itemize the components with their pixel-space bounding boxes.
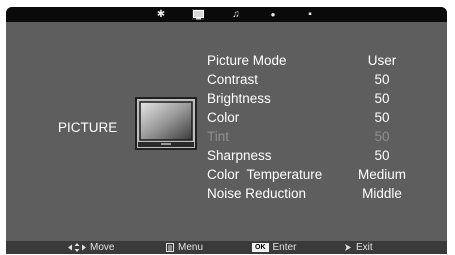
hint-menu-label: Menu [178, 242, 204, 253]
hint-enter: OK Enter [252, 242, 296, 253]
menu-key-icon [166, 243, 174, 252]
hint-menu: Menu [166, 242, 203, 253]
menu-label: Sharpness [207, 148, 272, 163]
menu-value: Middle [362, 186, 402, 201]
menu-label: Tint [207, 129, 230, 144]
osd-menu-panel: ✱ ♫ ● ▪ PICTURE Picture Mode User Contra… [6, 7, 447, 254]
menu-value: 50 [374, 91, 390, 106]
menu-value: 50 [374, 72, 390, 87]
menu-label: Color [207, 110, 240, 125]
menu-label: Noise Reduction [207, 186, 307, 201]
hint-exit: Exit [344, 242, 373, 253]
section-title: PICTURE [58, 120, 118, 135]
menu-row-noise-reduction[interactable]: Noise Reduction Middle [207, 185, 417, 204]
menu-label: Color Temperature [207, 167, 323, 182]
menu-label: Brightness [207, 91, 271, 106]
music-note-icon: ♫ [232, 8, 240, 20]
exit-arrow-icon [345, 244, 351, 251]
hint-move: Move [68, 242, 114, 253]
key-hint-bar: Move Menu OK Enter Exit [6, 241, 447, 254]
menu-value: User [367, 53, 397, 68]
menu-row-brightness[interactable]: Brightness 50 [207, 90, 417, 109]
tab-sound-icon[interactable]: ♫ [230, 9, 242, 20]
menu-row-color[interactable]: Color 50 [207, 109, 417, 128]
menu-row-picture-mode[interactable]: Picture Mode User [207, 52, 417, 71]
tv-picture-icon [135, 97, 197, 150]
grid-icon: ▪ [308, 8, 312, 20]
sun-icon: ✱ [156, 8, 166, 20]
hint-enter-label: Enter [272, 242, 297, 253]
menu-row-color-temperature[interactable]: Color Temperature Medium [207, 166, 417, 185]
picture-settings-list: Picture Mode User Contrast 50 Brightness… [207, 52, 417, 204]
tab-time-icon[interactable]: ● [267, 9, 279, 20]
tab-setup-icon[interactable]: ▪ [304, 9, 316, 20]
hint-exit-label: Exit [356, 242, 373, 253]
tab-picture-icon[interactable] [192, 9, 204, 20]
hint-move-label: Move [90, 242, 115, 253]
menu-label: Contrast [207, 72, 259, 87]
clock-icon: ● [270, 9, 276, 19]
menu-value: Medium [357, 167, 406, 182]
menu-value: 50 [374, 110, 390, 125]
menu-row-sharpness[interactable]: Sharpness 50 [207, 147, 417, 166]
ok-key-icon: OK [252, 243, 269, 252]
category-tab-bar: ✱ ♫ ● ▪ [6, 7, 447, 22]
menu-label: Picture Mode [207, 53, 287, 68]
monitor-icon [192, 9, 204, 19]
tab-sun-icon[interactable]: ✱ [155, 9, 167, 20]
menu-value: 50 [374, 148, 390, 163]
menu-value: 50 [374, 129, 390, 144]
arrows-move-icon [68, 243, 86, 252]
menu-row-contrast[interactable]: Contrast 50 [207, 71, 417, 90]
menu-row-tint: Tint 50 [207, 128, 417, 147]
